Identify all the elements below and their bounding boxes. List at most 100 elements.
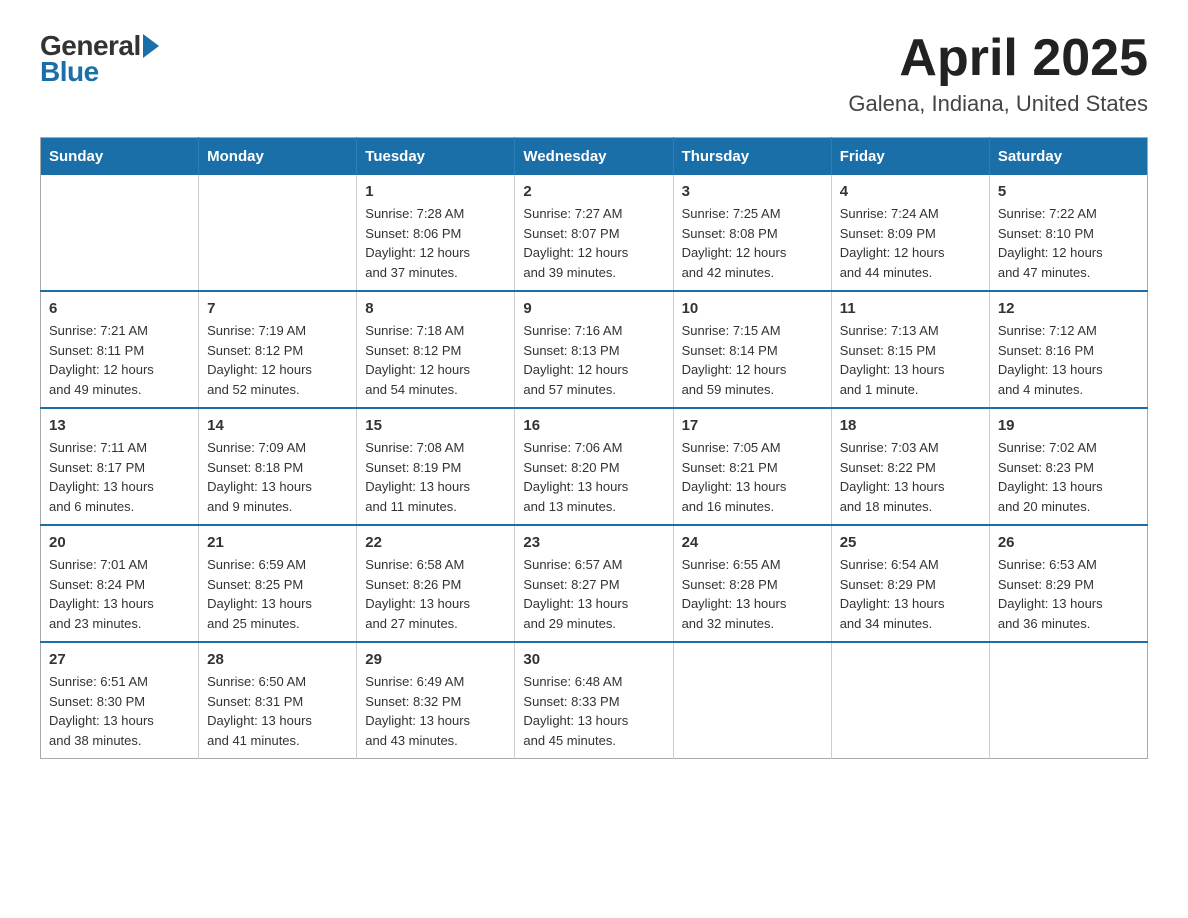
calendar-cell: 19 Sunrise: 7:02 AMSunset: 8:23 PMDayligh… (989, 408, 1147, 525)
calendar-cell: 22 Sunrise: 6:58 AMSunset: 8:26 PMDayligh… (357, 525, 515, 642)
day-number: 3 (682, 183, 823, 200)
title-section: April 2025 Galena, Indiana, United State… (848, 30, 1148, 117)
calendar-cell: 26 Sunrise: 6:53 AMSunset: 8:29 PMDayligh… (989, 525, 1147, 642)
day-number: 12 (998, 300, 1139, 317)
calendar-cell: 6 Sunrise: 7:21 AMSunset: 8:11 PMDaylight… (41, 291, 199, 408)
header-monday: Monday (199, 138, 357, 176)
day-number: 2 (523, 183, 664, 200)
day-number: 24 (682, 534, 823, 551)
day-info: Sunrise: 7:25 AMSunset: 8:08 PMDaylight:… (682, 204, 823, 282)
calendar-cell (199, 175, 357, 291)
day-info: Sunrise: 7:06 AMSunset: 8:20 PMDaylight:… (523, 438, 664, 516)
week-row-1: 1 Sunrise: 7:28 AMSunset: 8:06 PMDaylight… (41, 175, 1148, 291)
day-number: 8 (365, 300, 506, 317)
day-number: 11 (840, 300, 981, 317)
day-number: 22 (365, 534, 506, 551)
day-info: Sunrise: 6:50 AMSunset: 8:31 PMDaylight:… (207, 672, 348, 750)
day-number: 21 (207, 534, 348, 551)
day-info: Sunrise: 7:08 AMSunset: 8:19 PMDaylight:… (365, 438, 506, 516)
calendar-cell: 18Sunrise: 7:03 AMSunset: 8:22 PMDayligh… (831, 408, 989, 525)
day-info: Sunrise: 7:13 AMSunset: 8:15 PMDaylight:… (840, 321, 981, 399)
calendar-cell (673, 642, 831, 759)
logo-blue-text: Blue (40, 56, 99, 88)
day-number: 17 (682, 417, 823, 434)
day-info: Sunrise: 6:53 AMSunset: 8:29 PMDaylight:… (998, 555, 1139, 633)
day-number: 27 (49, 651, 190, 668)
calendar-cell: 2 Sunrise: 7:27 AMSunset: 8:07 PMDaylight… (515, 175, 673, 291)
day-info: Sunrise: 7:24 AMSunset: 8:09 PMDaylight:… (840, 204, 981, 282)
location-subtitle: Galena, Indiana, United States (848, 91, 1148, 117)
calendar-cell: 10 Sunrise: 7:15 AMSunset: 8:14 PMDayligh… (673, 291, 831, 408)
day-info: Sunrise: 7:12 AMSunset: 8:16 PMDaylight:… (998, 321, 1139, 399)
day-number: 29 (365, 651, 506, 668)
calendar-cell: 4 Sunrise: 7:24 AMSunset: 8:09 PMDaylight… (831, 175, 989, 291)
page-header: General Blue April 2025 Galena, Indiana,… (40, 30, 1148, 117)
day-info: Sunrise: 7:15 AMSunset: 8:14 PMDaylight:… (682, 321, 823, 399)
calendar-cell: 21Sunrise: 6:59 AMSunset: 8:25 PMDayligh… (199, 525, 357, 642)
calendar-cell: 5 Sunrise: 7:22 AMSunset: 8:10 PMDaylight… (989, 175, 1147, 291)
day-number: 7 (207, 300, 348, 317)
header-thursday: Thursday (673, 138, 831, 176)
calendar-cell: 23 Sunrise: 6:57 AMSunset: 8:27 PMDayligh… (515, 525, 673, 642)
calendar-cell: 16Sunrise: 7:06 AMSunset: 8:20 PMDayligh… (515, 408, 673, 525)
calendar-cell (989, 642, 1147, 759)
days-of-week-row: SundayMondayTuesdayWednesdayThursdayFrid… (41, 138, 1148, 176)
day-number: 13 (49, 417, 190, 434)
day-info: Sunrise: 7:05 AMSunset: 8:21 PMDaylight:… (682, 438, 823, 516)
calendar-cell: 24Sunrise: 6:55 AMSunset: 8:28 PMDayligh… (673, 525, 831, 642)
day-info: Sunrise: 6:54 AMSunset: 8:29 PMDaylight:… (840, 555, 981, 633)
day-info: Sunrise: 6:58 AMSunset: 8:26 PMDaylight:… (365, 555, 506, 633)
day-info: Sunrise: 7:18 AMSunset: 8:12 PMDaylight:… (365, 321, 506, 399)
day-number: 18 (840, 417, 981, 434)
logo: General Blue (40, 30, 159, 88)
day-info: Sunrise: 7:21 AMSunset: 8:11 PMDaylight:… (49, 321, 190, 399)
day-info: Sunrise: 7:11 AMSunset: 8:17 PMDaylight:… (49, 438, 190, 516)
day-info: Sunrise: 6:57 AMSunset: 8:27 PMDaylight:… (523, 555, 664, 633)
header-sunday: Sunday (41, 138, 199, 176)
day-number: 14 (207, 417, 348, 434)
day-number: 5 (998, 183, 1139, 200)
week-row-5: 27 Sunrise: 6:51 AMSunset: 8:30 PMDayligh… (41, 642, 1148, 759)
calendar-header: SundayMondayTuesdayWednesdayThursdayFrid… (41, 138, 1148, 176)
day-number: 1 (365, 183, 506, 200)
day-info: Sunrise: 6:48 AMSunset: 8:33 PMDaylight:… (523, 672, 664, 750)
day-info: Sunrise: 7:02 AMSunset: 8:23 PMDaylight:… (998, 438, 1139, 516)
day-info: Sunrise: 7:27 AMSunset: 8:07 PMDaylight:… (523, 204, 664, 282)
calendar-cell (831, 642, 989, 759)
calendar-table: SundayMondayTuesdayWednesdayThursdayFrid… (40, 137, 1148, 759)
day-number: 20 (49, 534, 190, 551)
header-friday: Friday (831, 138, 989, 176)
calendar-cell: 28 Sunrise: 6:50 AMSunset: 8:31 PMDayligh… (199, 642, 357, 759)
calendar-cell: 29 Sunrise: 6:49 AMSunset: 8:32 PMDayligh… (357, 642, 515, 759)
day-number: 15 (365, 417, 506, 434)
calendar-cell: 3 Sunrise: 7:25 AMSunset: 8:08 PMDaylight… (673, 175, 831, 291)
calendar-cell: 7Sunrise: 7:19 AMSunset: 8:12 PMDaylight… (199, 291, 357, 408)
day-info: Sunrise: 7:28 AMSunset: 8:06 PMDaylight:… (365, 204, 506, 282)
calendar-cell: 8 Sunrise: 7:18 AMSunset: 8:12 PMDaylight… (357, 291, 515, 408)
header-wednesday: Wednesday (515, 138, 673, 176)
calendar-cell: 30 Sunrise: 6:48 AMSunset: 8:33 PMDayligh… (515, 642, 673, 759)
day-number: 25 (840, 534, 981, 551)
day-info: Sunrise: 6:51 AMSunset: 8:30 PMDaylight:… (49, 672, 190, 750)
day-number: 10 (682, 300, 823, 317)
day-number: 28 (207, 651, 348, 668)
day-number: 30 (523, 651, 664, 668)
day-number: 26 (998, 534, 1139, 551)
calendar-cell: 20Sunrise: 7:01 AMSunset: 8:24 PMDayligh… (41, 525, 199, 642)
day-number: 23 (523, 534, 664, 551)
calendar-cell: 25 Sunrise: 6:54 AMSunset: 8:29 PMDayligh… (831, 525, 989, 642)
calendar-body: 1 Sunrise: 7:28 AMSunset: 8:06 PMDaylight… (41, 175, 1148, 759)
day-number: 4 (840, 183, 981, 200)
day-number: 6 (49, 300, 190, 317)
week-row-3: 13 Sunrise: 7:11 AMSunset: 8:17 PMDayligh… (41, 408, 1148, 525)
calendar-cell: 17 Sunrise: 7:05 AMSunset: 8:21 PMDayligh… (673, 408, 831, 525)
calendar-cell: 12 Sunrise: 7:12 AMSunset: 8:16 PMDayligh… (989, 291, 1147, 408)
day-number: 19 (998, 417, 1139, 434)
calendar-cell: 9Sunrise: 7:16 AMSunset: 8:13 PMDaylight… (515, 291, 673, 408)
logo-triangle-icon (143, 34, 159, 58)
day-info: Sunrise: 7:22 AMSunset: 8:10 PMDaylight:… (998, 204, 1139, 282)
day-info: Sunrise: 6:49 AMSunset: 8:32 PMDaylight:… (365, 672, 506, 750)
week-row-2: 6 Sunrise: 7:21 AMSunset: 8:11 PMDaylight… (41, 291, 1148, 408)
calendar-cell: 11 Sunrise: 7:13 AMSunset: 8:15 PMDayligh… (831, 291, 989, 408)
week-row-4: 20Sunrise: 7:01 AMSunset: 8:24 PMDayligh… (41, 525, 1148, 642)
